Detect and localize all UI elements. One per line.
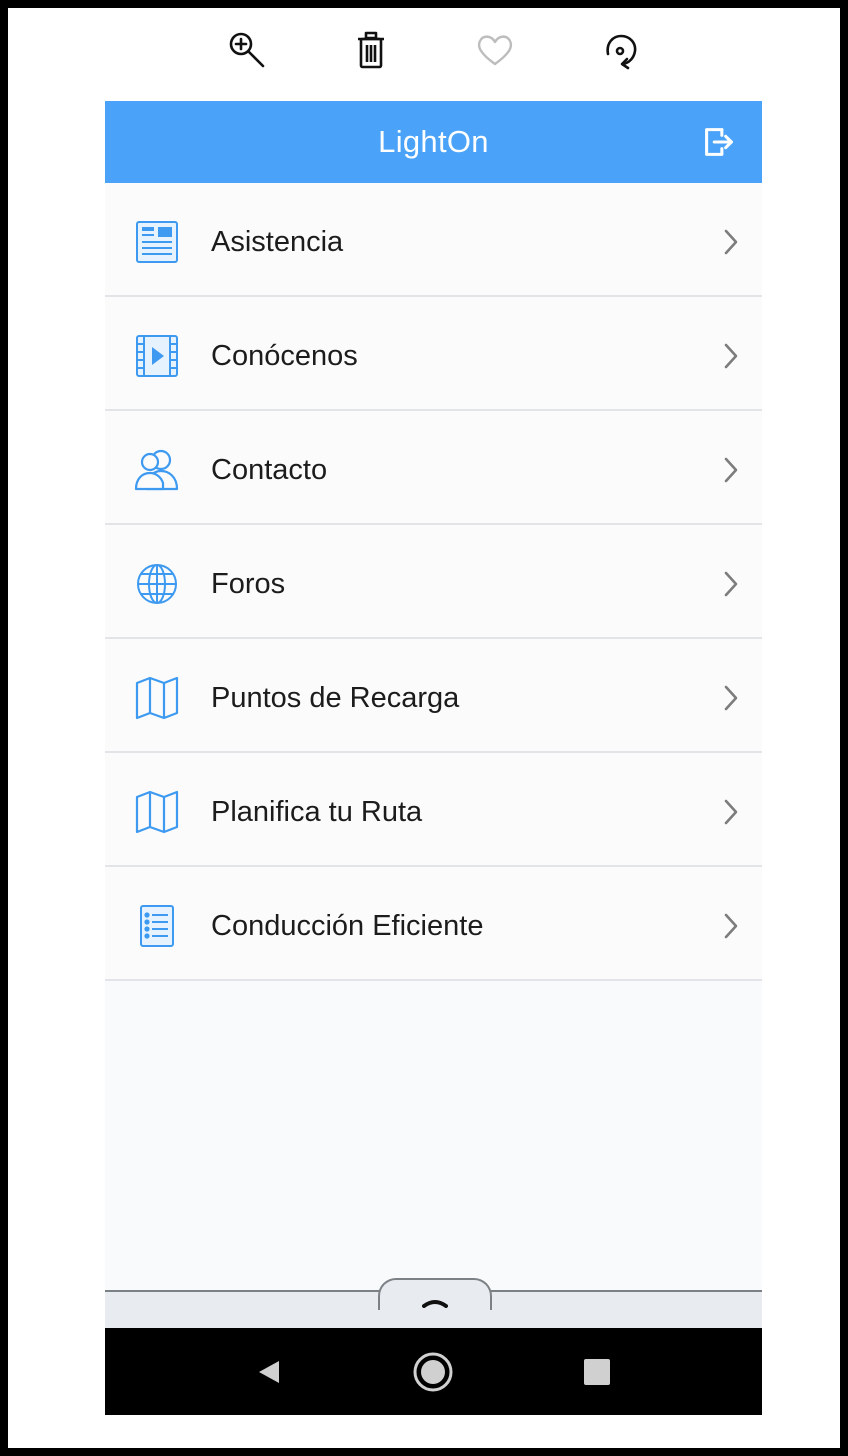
app-header: LightOn — [105, 101, 762, 183]
menu-item-asistencia[interactable]: Asistencia — [105, 183, 762, 297]
menu-item-conduccion-eficiente[interactable]: Conducción Eficiente — [105, 867, 762, 981]
list-icon — [133, 903, 181, 949]
menu-item-conocenos[interactable]: Conócenos — [105, 297, 762, 411]
menu-item-label: Contacto — [211, 454, 328, 486]
chevron-right-icon — [724, 685, 738, 711]
trash-icon[interactable] — [346, 26, 396, 76]
video-film-icon — [133, 333, 181, 379]
menu-item-foros[interactable]: Foros — [105, 525, 762, 639]
rotate-icon[interactable] — [596, 26, 646, 76]
menu-item-label: Puntos de Recarga — [211, 682, 460, 714]
menu-item-puntos-de-recarga[interactable]: Puntos de Recarga — [105, 639, 762, 753]
map-icon — [133, 789, 181, 835]
chevron-right-icon — [724, 343, 738, 369]
menu-item-label: Conducción Eficiente — [211, 910, 484, 942]
home-icon[interactable] — [412, 1351, 454, 1393]
menu-item-planifica-tu-ruta[interactable]: Planifica tu Ruta — [105, 753, 762, 867]
caret-up-icon — [422, 1300, 448, 1308]
recents-icon[interactable] — [576, 1351, 618, 1393]
main-menu: Asistencia Conócenos Contacto Foros Punt… — [105, 183, 762, 981]
menu-item-label: Conócenos — [211, 340, 358, 372]
chevron-right-icon — [724, 913, 738, 939]
people-icon — [133, 447, 181, 493]
chevron-right-icon — [724, 457, 738, 483]
map-icon — [133, 675, 181, 721]
chevron-right-icon — [724, 799, 738, 825]
menu-item-label: Foros — [211, 568, 286, 600]
heart-icon[interactable] — [470, 26, 520, 76]
bottom-drawer-bar — [105, 1278, 762, 1330]
chevron-right-icon — [724, 229, 738, 255]
zoom-in-icon[interactable] — [222, 26, 272, 76]
app-title: LightOn — [378, 124, 489, 159]
drawer-handle[interactable] — [378, 1278, 492, 1310]
phone-screen: LightOn Asistencia Conócenos Contacto Fo… — [105, 101, 762, 1415]
viewer-toolbar — [0, 0, 848, 100]
logout-icon[interactable] — [698, 121, 740, 163]
back-icon[interactable] — [248, 1351, 290, 1393]
menu-item-label: Asistencia — [211, 226, 344, 258]
system-navigation-bar — [105, 1328, 762, 1415]
menu-item-contacto[interactable]: Contacto — [105, 411, 762, 525]
globe-icon — [133, 561, 181, 607]
menu-item-label: Planifica tu Ruta — [211, 796, 423, 828]
chevron-right-icon — [724, 571, 738, 597]
newspaper-icon — [133, 219, 181, 265]
